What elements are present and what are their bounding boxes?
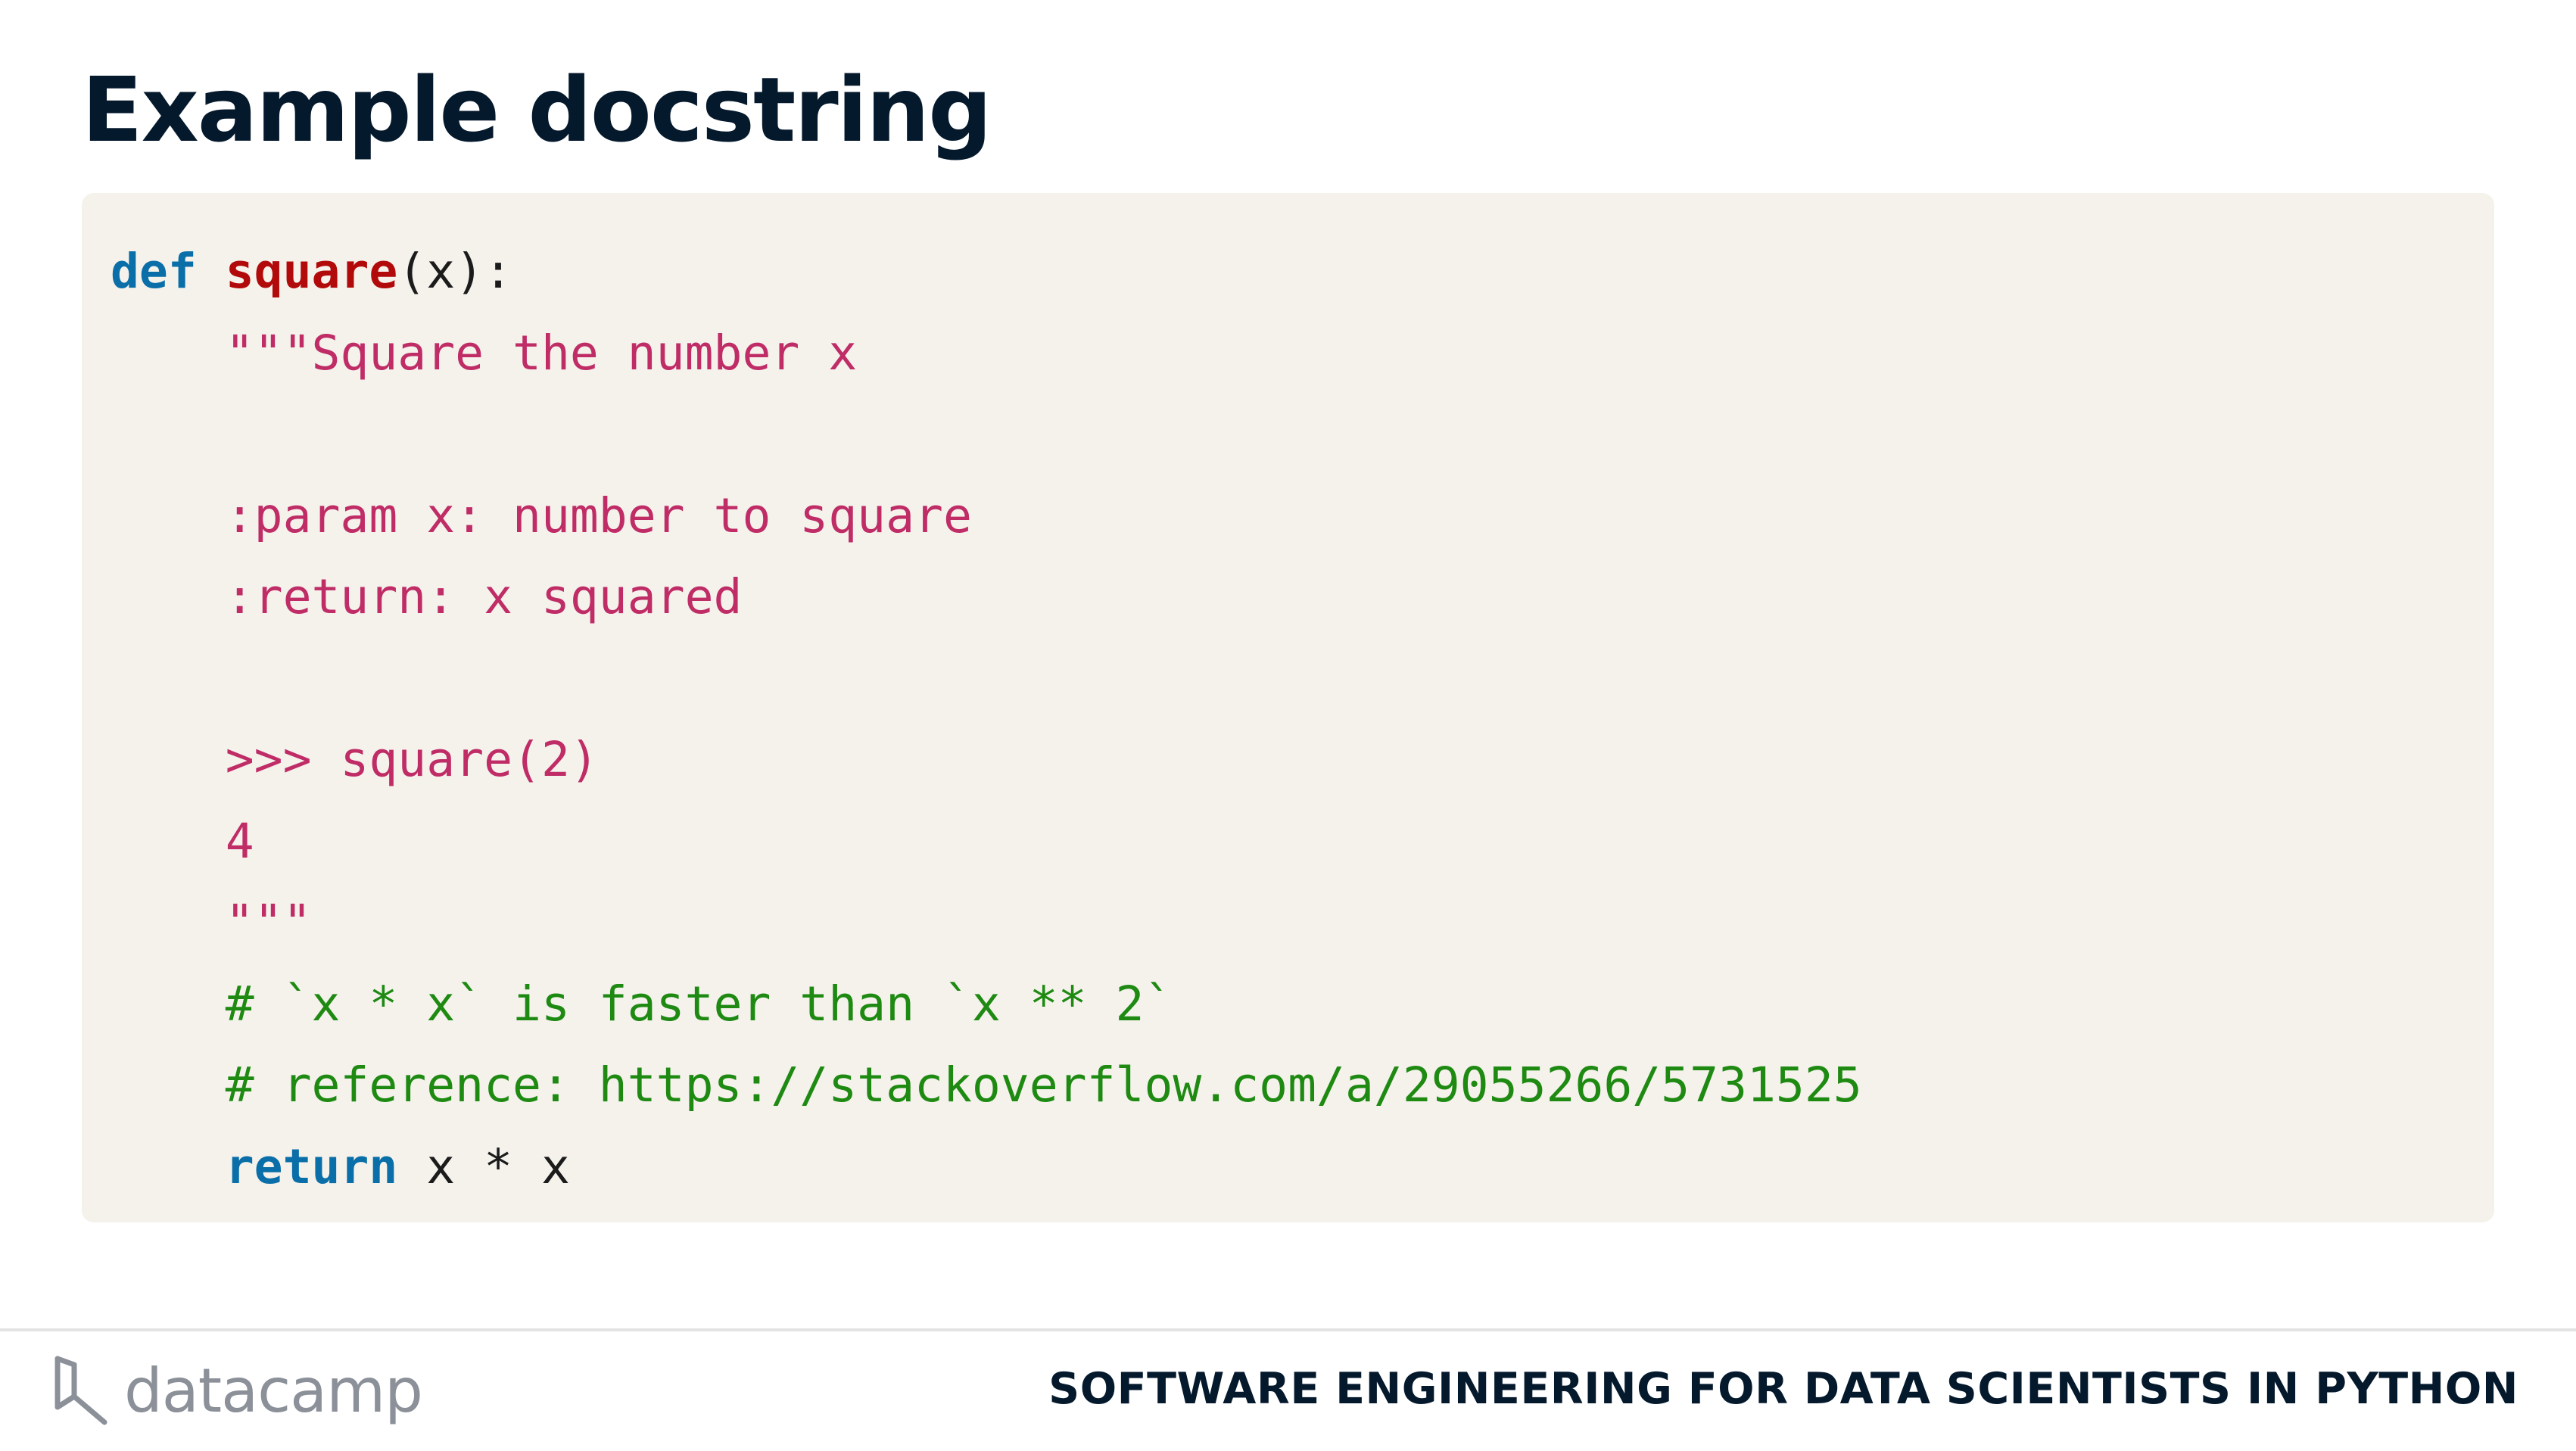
slide-title: Example docstring: [82, 58, 992, 162]
code-token-keyword: return: [225, 1138, 398, 1194]
code-token-string: """Square the number x: [225, 325, 858, 381]
code-line: # `x * x` is faster than `x ** 2`: [111, 964, 2494, 1045]
code-token-string: :param x: number to square: [225, 487, 972, 543]
footer-divider: [0, 1328, 2576, 1331]
code-line: :param x: number to square: [111, 475, 2494, 557]
code-token-plain: (x):: [397, 244, 513, 299]
code-token-comment: # reference: https://stackoverflow.com/a…: [225, 1057, 1862, 1113]
datacamp-logo-icon: [55, 1356, 107, 1425]
course-title: SOFTWARE ENGINEERING FOR DATA SCIENTISTS…: [1048, 1364, 2518, 1414]
code-line: """: [111, 882, 2494, 964]
code-line: # reference: https://stackoverflow.com/a…: [111, 1045, 2494, 1126]
code-token-string: """: [225, 895, 312, 950]
code-token-string: :return: x squared: [225, 569, 743, 624]
datacamp-logo: datacamp: [51, 1349, 423, 1432]
code-lines: def square(x): """Square the number x :p…: [111, 231, 2494, 1207]
code-line: def square(x):: [111, 231, 2494, 313]
code-line: >>> square(2): [111, 719, 2494, 801]
code-token-keyword: def: [111, 244, 197, 299]
code-token-string: 4: [225, 813, 254, 869]
code-line: """Square the number x: [111, 313, 2494, 394]
code-line: return x * x: [111, 1126, 2494, 1208]
code-token-plain: x * x: [397, 1138, 570, 1194]
code-line: 4: [111, 801, 2494, 883]
code-block: def square(x): """Square the number x :p…: [82, 193, 2494, 1222]
code-line: :return: x squared: [111, 556, 2494, 638]
code-token-function: square: [225, 244, 398, 299]
code-token-comment: # `x * x` is faster than `x ** 2`: [225, 976, 1173, 1032]
code-token-string: >>> square(2): [225, 732, 599, 787]
datacamp-logo-text: datacamp: [124, 1355, 423, 1426]
